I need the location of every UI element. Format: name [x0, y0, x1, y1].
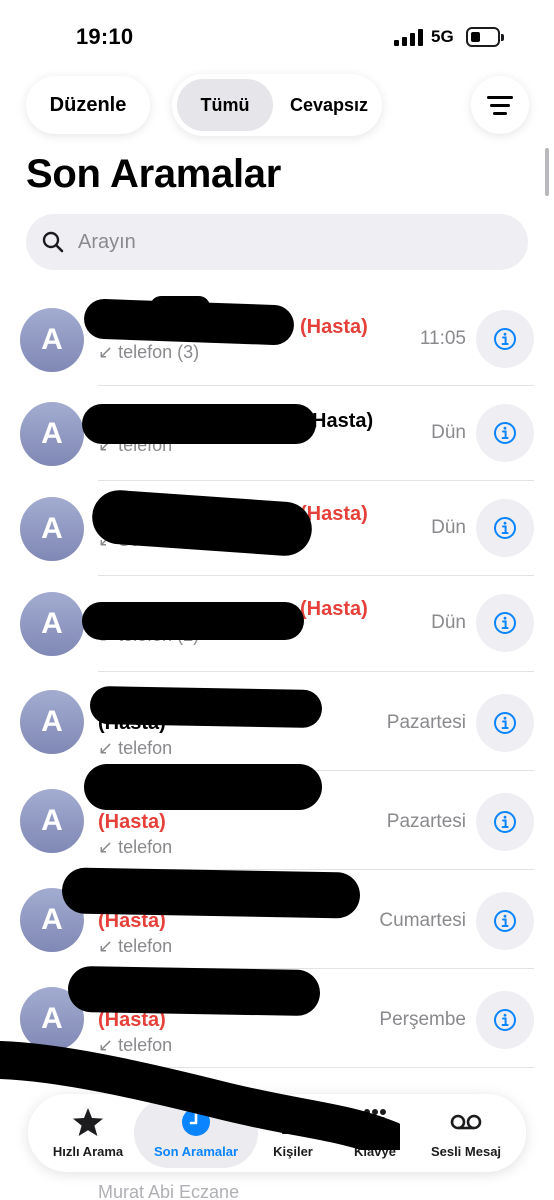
call-time: Perşembe	[379, 1009, 466, 1030]
info-button[interactable]	[476, 404, 534, 462]
call-type: ↙ telefon	[98, 936, 173, 956]
call-time: 11:05	[419, 328, 466, 349]
contact-name: (Hasta)	[98, 811, 166, 833]
info-icon	[494, 712, 516, 734]
page-title: Son Aramalar	[26, 152, 282, 196]
info-button[interactable]	[476, 991, 534, 1049]
info-button[interactable]	[476, 793, 534, 851]
avatar: A	[20, 308, 84, 372]
tab-label: Sesli Mesaj	[430, 1144, 502, 1159]
info-button[interactable]	[476, 892, 534, 950]
info-button[interactable]	[476, 694, 534, 752]
status-bar: 19:10 5G	[0, 0, 554, 74]
call-time: Pazartesi	[386, 712, 466, 733]
avatar: A	[20, 690, 84, 754]
next-call-peek: Murat Abi Eczane	[98, 1182, 240, 1200]
contact-name: (Hasta)	[300, 598, 368, 620]
avatar: A	[20, 402, 84, 466]
call-type: ↙ telefon	[98, 837, 173, 857]
contact-name: Hasta)	[312, 410, 374, 432]
redaction-mark	[67, 965, 321, 1017]
redaction-mark	[82, 602, 304, 640]
call-time: Dün	[431, 612, 466, 633]
call-time: Cumartesi	[379, 910, 466, 931]
scroll-indicator[interactable]	[545, 148, 549, 196]
search-input[interactable]	[78, 214, 508, 270]
info-button[interactable]	[476, 310, 534, 368]
avatar: A	[20, 789, 84, 853]
segment-missed[interactable]: Cevapsız	[280, 79, 378, 131]
voicemail-icon	[450, 1114, 482, 1130]
info-icon	[494, 811, 516, 833]
contact-name: (Hasta)	[300, 316, 368, 338]
redaction-mark	[150, 296, 210, 318]
call-type: ↙ telefon	[98, 738, 173, 758]
info-button[interactable]	[476, 499, 534, 557]
tab-voicemail[interactable]: Sesli Mesaj	[420, 1094, 512, 1172]
avatar: A	[20, 592, 84, 656]
segment-all[interactable]: Tümü	[177, 79, 273, 131]
filter-icon	[487, 96, 513, 99]
info-icon	[494, 517, 516, 539]
avatar: A	[20, 497, 84, 561]
call-time: Pazartesi	[386, 811, 466, 832]
info-icon	[494, 1009, 516, 1031]
search-bar	[26, 214, 528, 270]
call-type: ↙ telefon (3)	[98, 342, 200, 362]
info-icon	[494, 422, 516, 444]
edit-button[interactable]: Düzenle	[26, 76, 150, 134]
status-time: 19:10	[76, 24, 134, 49]
call-time: Dün	[431, 422, 466, 443]
redaction-mark	[84, 764, 322, 810]
filter-menu-button[interactable]	[471, 76, 529, 134]
info-icon	[494, 612, 516, 634]
info-icon	[494, 910, 516, 932]
search-icon	[42, 231, 64, 253]
redaction-mark	[82, 404, 316, 444]
redaction-mark	[0, 1041, 400, 1150]
redaction-mark	[89, 685, 323, 729]
call-time: Dün	[431, 517, 466, 538]
network-type: 5G	[431, 27, 454, 46]
info-button[interactable]	[476, 594, 534, 652]
info-icon	[494, 328, 516, 350]
redaction-mark	[61, 867, 361, 919]
battery-icon	[466, 27, 504, 47]
call-filter-segmented-control: Tümü Cevapsız	[172, 74, 382, 136]
cellular-signal-icon	[394, 29, 424, 46]
